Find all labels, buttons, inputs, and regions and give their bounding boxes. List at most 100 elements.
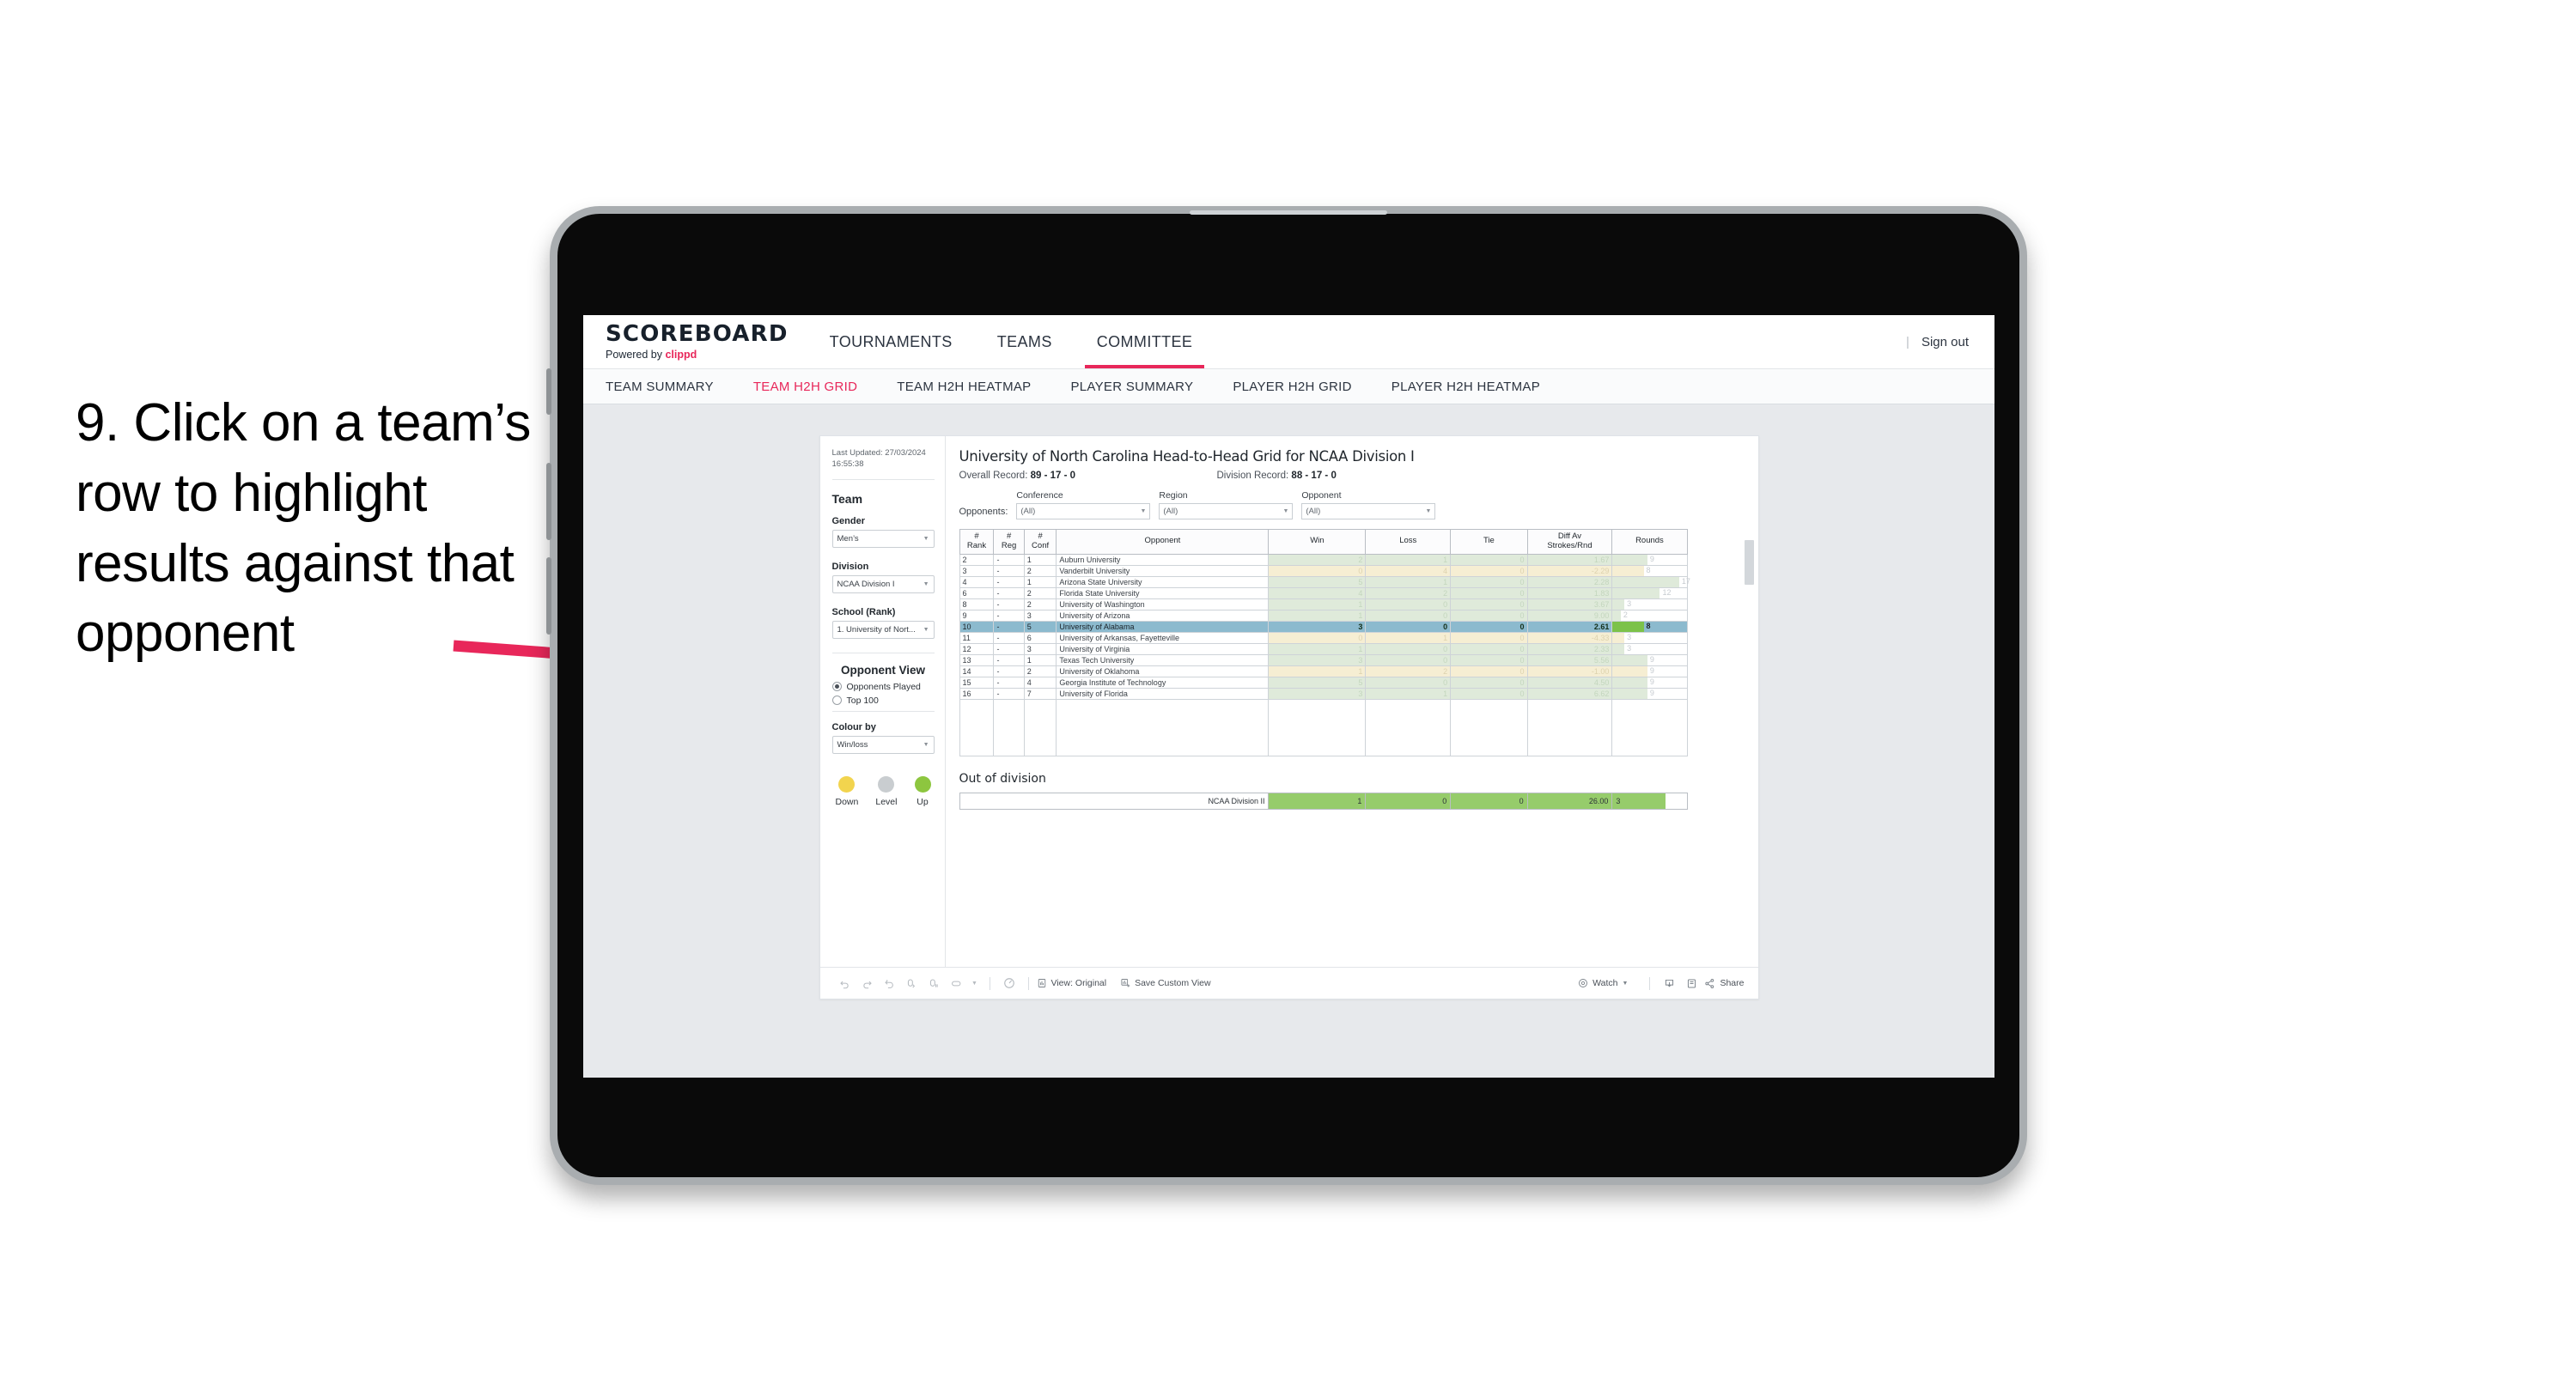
subtab-team-h2h-heatmap[interactable]: TEAM H2H HEATMAP: [897, 380, 1031, 394]
undo-icon[interactable]: [834, 972, 856, 994]
table-row[interactable]: 10-5 University of Alabama 3 0 0 2.61 8: [959, 620, 1688, 633]
subtab-team-h2h-grid[interactable]: TEAM H2H GRID: [753, 380, 857, 394]
table-row[interactable]: 14-2 University of Oklahoma 1 2 0 -1.00 9: [959, 665, 1688, 677]
fullscreen-icon[interactable]: [1680, 972, 1702, 994]
redo-icon[interactable]: [856, 972, 879, 994]
conference-label: Conference: [1016, 490, 1063, 501]
cell-diff: -1.00: [1526, 665, 1613, 677]
subtab-player-summary[interactable]: PLAYER SUMMARY: [1070, 380, 1193, 394]
overall-record: Overall Record: 89 - 17 - 0: [959, 471, 1217, 481]
share-button[interactable]: Share: [1704, 978, 1745, 989]
opponent-select[interactable]: (All) ▼: [1301, 503, 1436, 519]
save-custom-view-label: Save Custom View: [1135, 978, 1211, 988]
download-icon[interactable]: [1658, 972, 1680, 994]
cell-win: 1: [1268, 598, 1367, 610]
table-row[interactable]: 6-2 Florida State University 4 2 0 1.83 12: [959, 586, 1688, 599]
table-row[interactable]: 11-6 University of Arkansas, Fayetteville…: [959, 631, 1688, 644]
th-win[interactable]: Win: [1268, 529, 1367, 555]
cell-conf: 1: [1023, 553, 1057, 566]
cell-win: 5: [1268, 575, 1367, 588]
cell-reg: -: [993, 631, 1025, 644]
legend-dot-down: [838, 775, 856, 793]
filter-panel: Last Updated: 27/03/2024 16:55:38 Team G…: [820, 436, 946, 967]
table-scrollbar-thumb[interactable]: [1744, 540, 1754, 585]
colour-by-select[interactable]: Win/loss ▼: [831, 735, 935, 754]
tablet-button-mid: [546, 463, 551, 540]
cell-opponent: University of Arizona: [1056, 609, 1270, 622]
pause-icon[interactable]: [923, 972, 946, 994]
table-row[interactable]: 4-1 Arizona State University 5 1 0 2.28 17: [959, 575, 1690, 588]
th-loss[interactable]: Loss: [1365, 529, 1452, 555]
brand-tagline: Powered by clippd: [606, 349, 789, 361]
cell-rank: 3: [959, 564, 995, 577]
chevron-down-icon: ▼: [1282, 508, 1289, 514]
table-row[interactable]: 9-3 University of Arizona 1 0 0 9.00 2: [959, 609, 1688, 622]
cell-diff: 3.67: [1526, 598, 1613, 610]
nav-tab-tournaments[interactable]: TOURNAMENTS: [807, 315, 975, 368]
th-reg[interactable]: # Reg: [993, 529, 1025, 555]
school-select[interactable]: 1. University of Nort... ▼: [831, 620, 935, 639]
division-select[interactable]: NCAA Division I ▼: [831, 574, 935, 593]
chevron-down-icon: ▼: [923, 626, 929, 633]
subtab-team-summary[interactable]: TEAM SUMMARY: [606, 380, 714, 394]
overall-record-value: 89 - 17 - 0: [1030, 471, 1076, 481]
cell-tie: 0: [1450, 620, 1528, 633]
cell-loss: 1: [1365, 553, 1452, 566]
gender-select[interactable]: Men’s ▼: [831, 529, 935, 548]
brand-logo: SCOREBOARD Powered by clippd: [583, 315, 807, 368]
th-diff[interactable]: Diff Av Strokes/Rnd: [1526, 529, 1613, 555]
revert-icon[interactable]: [879, 972, 901, 994]
cell-loss: 2: [1365, 665, 1452, 677]
watch-button[interactable]: Watch ▼: [1578, 978, 1628, 988]
cell-win: 1: [1268, 609, 1367, 622]
dashboard-body: Last Updated: 27/03/2024 16:55:38 Team G…: [820, 436, 1758, 967]
cell-reg: -: [993, 665, 1025, 677]
out-of-division-title: Out of division: [959, 771, 1046, 786]
cell-conf: 1: [1023, 575, 1057, 588]
cell-rounds: 9: [1611, 687, 1688, 700]
signout-divider: |: [1906, 334, 1909, 349]
th-conf[interactable]: # Conf: [1023, 529, 1057, 555]
signout-link[interactable]: Sign out: [1921, 335, 1969, 349]
share-label: Share: [1720, 978, 1745, 988]
filter-divider-2: [831, 710, 935, 712]
cell-loss: 0: [1365, 598, 1452, 610]
ood-loss: 0: [1365, 792, 1452, 810]
table-row[interactable]: 15-4 Georgia Institute of Technology 5 0 0 4.…: [959, 676, 1688, 689]
cell-loss: 4: [1365, 564, 1452, 577]
loop-dropdown-caret[interactable]: ▼: [968, 972, 982, 994]
th-rank[interactable]: # Rank: [959, 529, 995, 555]
cell-win: 3: [1268, 653, 1367, 666]
th-opponent[interactable]: Opponent: [1056, 529, 1270, 555]
subtab-player-h2h-grid[interactable]: PLAYER H2H GRID: [1233, 380, 1351, 394]
radio-opponents-played[interactable]: Opponents Played: [831, 682, 935, 692]
refresh-icon[interactable]: [901, 972, 923, 994]
cell-rounds: 3: [1611, 631, 1688, 644]
nav-tab-teams[interactable]: TEAMS: [975, 315, 1075, 368]
table-row[interactable]: 13-1 Texas Tech University 3 0 0 5.56 9: [959, 653, 1688, 666]
nav-tab-committee[interactable]: COMMITTEE: [1075, 315, 1215, 368]
cell-rounds: 9: [1611, 653, 1688, 666]
table-row[interactable]: 12-3 University of Virginia 1 0 0 2.33 3: [959, 642, 1688, 655]
conference-select[interactable]: (All) ▼: [1016, 503, 1151, 519]
table-row[interactable]: 2-1 Auburn University 2 1 0 1.67 9: [959, 553, 1688, 566]
region-select[interactable]: (All) ▼: [1159, 503, 1294, 519]
table-row[interactable]: 8-2 University of Washington 1 0 0 3.67 3: [959, 598, 1688, 610]
subtab-player-h2h-heatmap[interactable]: PLAYER H2H HEATMAP: [1392, 380, 1540, 394]
cell-opponent: Auburn University: [1056, 553, 1270, 566]
filler-cell: [959, 698, 995, 756]
cell-loss: 1: [1365, 631, 1452, 644]
view-original-button[interactable]: View: Original: [1037, 978, 1106, 988]
table-row[interactable]: 3-2 Vanderbilt University 0 4 0 -2.29 8: [959, 564, 1688, 577]
h2h-grid-wrapper: # Rank # Reg # Conf Opponent Win Loss Tie D…: [959, 529, 1754, 756]
radio-top-100[interactable]: Top 100: [831, 696, 935, 706]
out-of-division-row[interactable]: NCAA Division II 1 0 0 26.00 3: [959, 792, 1688, 810]
th-tie[interactable]: Tie: [1450, 529, 1528, 555]
save-custom-view-button[interactable]: Save Custom View: [1120, 978, 1211, 988]
th-rounds[interactable]: Rounds: [1611, 529, 1688, 555]
performance-icon[interactable]: [998, 972, 1020, 994]
table-row[interactable]: 16-7 University of Florida 3 1 0 6.62 9: [959, 687, 1688, 700]
filler-cell: [1611, 698, 1688, 756]
cell-rank: 4: [959, 575, 995, 588]
loop-icon[interactable]: [946, 972, 968, 994]
